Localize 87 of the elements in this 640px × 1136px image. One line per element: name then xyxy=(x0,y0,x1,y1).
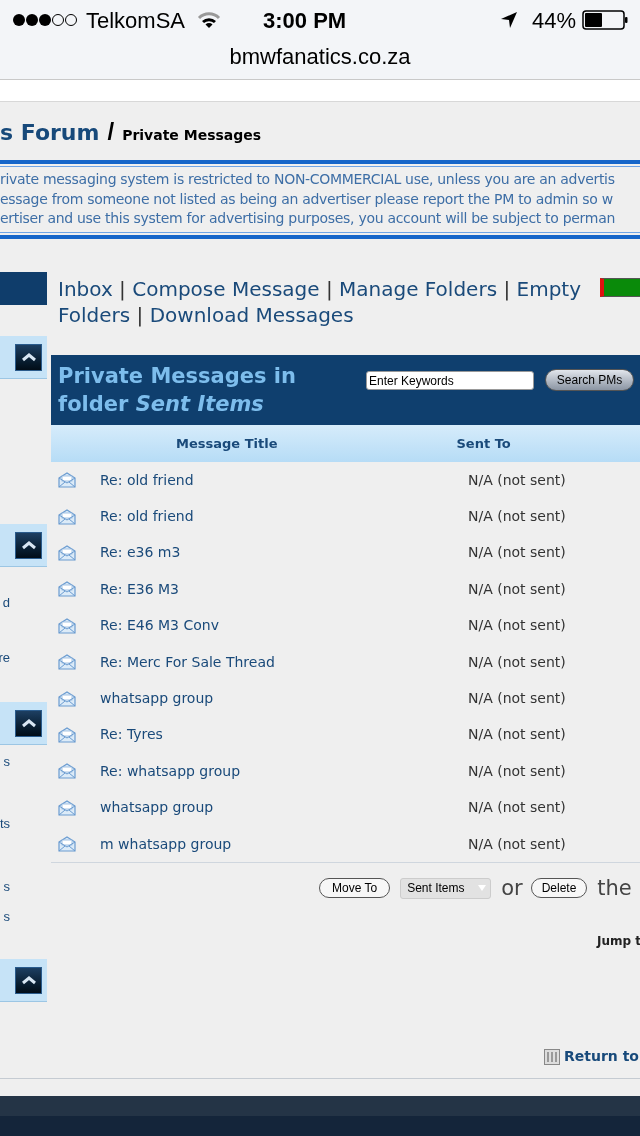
return-link[interactable]: Return to xyxy=(564,1046,639,1067)
recipient-text: N/A (not sent) xyxy=(468,798,566,818)
forum-link[interactable]: s Forum xyxy=(0,116,100,149)
chevron-up-icon xyxy=(20,718,37,728)
message-title-link[interactable]: whatsapp group xyxy=(100,688,468,710)
message-title-link[interactable]: Re: Merc For Sale Thread xyxy=(100,651,468,673)
notice-text: rivate messaging system is restricted to NON-COMMERCIAL use, unless you are an advertis xyxy=(0,170,616,189)
sidebar-text: ts xyxy=(0,817,10,830)
link-separator: | xyxy=(136,303,144,327)
or-text: or xyxy=(501,874,523,902)
chevron-up-icon xyxy=(20,540,37,550)
folder-select[interactable]: Sent Items xyxy=(400,877,492,899)
columns-icon xyxy=(544,1048,560,1065)
nav-link[interactable]: Folders xyxy=(58,303,131,327)
message-title-link[interactable]: Re: E46 M3 Conv xyxy=(100,615,468,637)
sidebar-text: s xyxy=(3,910,10,923)
battery-icon xyxy=(582,10,628,30)
message-title-link[interactable]: m whatsapp group xyxy=(100,833,468,855)
link-separator: | xyxy=(503,277,511,301)
envelope-icon xyxy=(58,617,76,634)
location-arrow-icon xyxy=(499,11,518,29)
folder-heading: Private Messages in folder Sent Items xyxy=(58,363,297,418)
recipient-text: N/A (not sent) xyxy=(468,470,566,490)
url-text: bmwfanatics.co.za xyxy=(229,43,411,71)
notice-text: essage from someone not listed as being an advertiser please report the PM to admin so w xyxy=(0,189,614,209)
message-title-link[interactable]: Re: e36 m3 xyxy=(100,542,468,564)
recipient-text: N/A (not sent) xyxy=(468,507,566,527)
envelope-icon xyxy=(58,799,76,816)
signal-icon xyxy=(12,13,78,27)
collapse-button[interactable] xyxy=(15,966,42,994)
nav-link[interactable]: Manage Folders xyxy=(339,277,498,301)
chevron-up-icon xyxy=(20,975,37,985)
sidebar-text: d xyxy=(2,596,10,609)
recipient-text: N/A (not sent) xyxy=(468,616,566,636)
column-header[interactable]: Message Title xyxy=(176,433,278,454)
envelope-icon xyxy=(58,763,76,780)
dropdown-caret-icon xyxy=(478,885,487,892)
link-separator: | xyxy=(325,277,333,301)
wifi-icon xyxy=(197,11,222,29)
sidebar-text: s xyxy=(3,755,10,768)
nav-link[interactable]: Compose Message xyxy=(132,277,320,301)
message-title-link[interactable]: Re: E36 M3 xyxy=(100,578,468,600)
envelope-icon xyxy=(58,581,76,598)
breadcrumb-separator: / xyxy=(107,117,115,147)
envelope-icon xyxy=(58,508,76,525)
search-pms-button[interactable]: Search PMs xyxy=(545,369,634,391)
envelope-icon xyxy=(58,726,76,743)
recipient-text: N/A (not sent) xyxy=(468,761,566,781)
jump-label: Jump t xyxy=(597,933,640,950)
sidebar-block xyxy=(0,272,47,305)
delete-button[interactable]: Delete xyxy=(530,878,588,899)
nav-link[interactable]: Empty xyxy=(516,277,582,301)
message-title-link[interactable]: Re: old friend xyxy=(100,469,468,491)
collapse-button[interactable] xyxy=(15,709,42,737)
clock-text: 3:00 PM xyxy=(263,6,347,35)
recipient-text: N/A (not sent) xyxy=(468,834,566,854)
move-to-button[interactable]: Move To xyxy=(319,878,391,899)
carrier-text: TelkomSA xyxy=(86,6,186,35)
recipient-text: N/A (not sent) xyxy=(468,543,566,563)
quota-meter xyxy=(600,278,640,297)
envelope-icon xyxy=(58,690,76,707)
recipient-text: N/A (not sent) xyxy=(468,725,566,745)
chevron-up-icon xyxy=(20,352,37,362)
envelope-icon xyxy=(58,472,76,489)
keyword-search-field[interactable]: Enter Keywords xyxy=(366,371,534,390)
notice-text: ertiser and use this system for advertising purposes, you account will be subject to perman xyxy=(0,209,617,228)
message-title-link[interactable]: whatsapp group xyxy=(100,797,468,819)
nav-link[interactable]: Inbox xyxy=(58,277,113,301)
envelope-icon xyxy=(58,654,76,671)
sidebar-text: re xyxy=(0,651,10,664)
column-header[interactable]: Sent To xyxy=(456,433,511,454)
recipient-text: N/A (not sent) xyxy=(468,579,566,599)
message-title-link[interactable]: Re: old friend xyxy=(100,506,468,528)
trailing-text: the xyxy=(597,874,632,902)
collapse-button[interactable] xyxy=(15,531,42,559)
envelope-icon xyxy=(58,544,76,561)
message-title-link[interactable]: Re: Tyres xyxy=(100,724,468,746)
collapse-button[interactable] xyxy=(15,343,42,371)
recipient-text: N/A (not sent) xyxy=(468,652,566,672)
recipient-text: N/A (not sent) xyxy=(468,689,566,709)
battery-text: 44% xyxy=(531,6,576,35)
nav-link[interactable]: Download Messages xyxy=(149,303,354,327)
breadcrumb-current: Private Messages xyxy=(122,126,262,145)
message-title-link[interactable]: Re: whatsapp group xyxy=(100,760,468,782)
link-separator: | xyxy=(119,277,126,301)
sidebar-text: s xyxy=(3,880,10,893)
envelope-icon xyxy=(58,836,76,853)
